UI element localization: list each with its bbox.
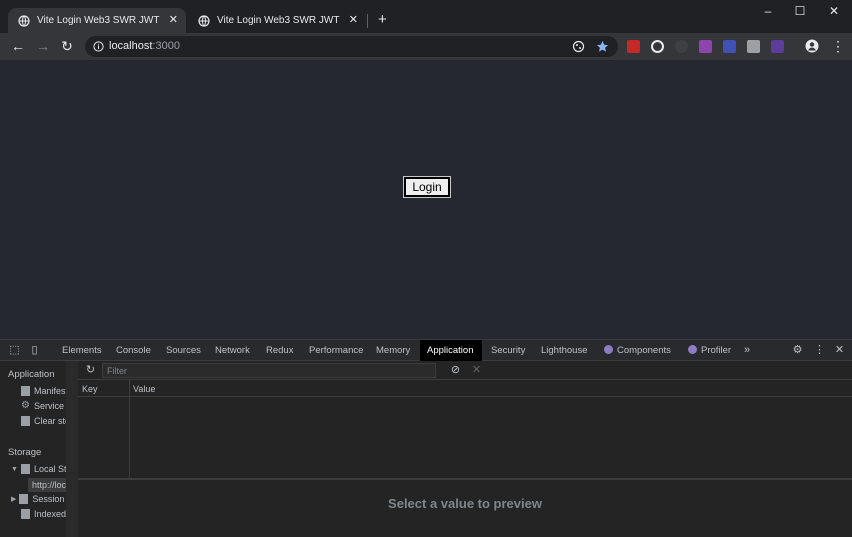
react-icon xyxy=(604,345,613,354)
column-divider xyxy=(129,380,130,479)
url-port: :3000 xyxy=(152,40,180,52)
extension-icon[interactable] xyxy=(723,40,736,53)
minimize-icon[interactable]: – xyxy=(760,4,776,20)
column-key[interactable]: Key xyxy=(82,384,98,394)
expand-arrow-icon[interactable]: ▼ xyxy=(11,466,18,473)
address-bar[interactable]: localhost:3000 xyxy=(85,36,618,57)
sidebar-item-manifest[interactable]: Manifest xyxy=(21,386,68,396)
tab-redux[interactable]: Redux xyxy=(259,340,300,361)
tab-strip: Vite Login Web3 SWR JWT ✕ Vite Login Web… xyxy=(0,0,852,33)
sidebar-item-label: Manifest xyxy=(34,386,69,396)
sidebar-header-application: Application xyxy=(8,369,55,380)
column-value[interactable]: Value xyxy=(133,384,155,394)
new-tab-icon[interactable]: + xyxy=(378,11,387,28)
table-header: Key Value xyxy=(78,380,852,397)
back-icon[interactable]: ← xyxy=(10,38,26,54)
forward-icon[interactable]: → xyxy=(35,38,51,54)
delete-selected-icon[interactable]: ✕ xyxy=(470,364,483,377)
document-icon xyxy=(21,386,30,396)
close-tab-icon[interactable]: ✕ xyxy=(349,13,358,26)
reload-icon[interactable]: ↻ xyxy=(59,38,75,54)
close-devtools-icon[interactable]: ✕ xyxy=(833,344,846,357)
tab-profiler[interactable]: Profiler xyxy=(681,340,738,361)
kebab-menu-icon[interactable]: ⋮ xyxy=(813,344,826,357)
gear-icon[interactable]: ⚙ xyxy=(791,344,804,357)
extension-icon[interactable] xyxy=(675,40,688,53)
storage-pane: ↻ ⊘ ✕ Key Value Select a value to previe… xyxy=(78,361,852,537)
react-icon xyxy=(688,345,697,354)
clear-all-icon[interactable]: ⊘ xyxy=(449,364,462,377)
info-icon[interactable] xyxy=(93,41,104,52)
tab-title: Vite Login Web3 SWR JWT xyxy=(37,15,160,26)
trash-icon xyxy=(21,416,30,426)
tab-security[interactable]: Security xyxy=(484,340,532,361)
tab-network[interactable]: Network xyxy=(208,340,257,361)
login-button[interactable]: Login xyxy=(403,176,451,198)
extension-icon[interactable] xyxy=(771,40,784,53)
filter-bar: ↻ ⊘ ✕ xyxy=(78,361,852,380)
tab-title: Vite Login Web3 SWR JWT xyxy=(217,15,340,26)
tab-application[interactable]: Application xyxy=(420,340,482,361)
url-host: localhost xyxy=(109,40,153,52)
database-icon xyxy=(21,509,30,519)
preview-pane: Select a value to preview xyxy=(78,480,852,537)
url-text: localhost:3000 xyxy=(109,40,180,52)
tab-inactive[interactable]: Vite Login Web3 SWR JWT ✕ xyxy=(188,8,366,33)
tab-label: Components xyxy=(617,345,671,356)
inspect-icon[interactable]: ⬚ xyxy=(8,344,21,357)
extension-icon[interactable] xyxy=(651,40,664,53)
tab-sources[interactable]: Sources xyxy=(159,340,208,361)
page-viewport: Login xyxy=(0,60,852,339)
close-window-icon[interactable]: ✕ xyxy=(826,4,842,20)
star-icon[interactable] xyxy=(596,40,609,53)
globe-icon xyxy=(18,14,30,27)
grid-icon xyxy=(20,464,30,474)
toolbar: ← → ↻ localhost:3000 ⋮ xyxy=(0,33,852,60)
devtools-panel: ⬚ ▯ Elements Console Sources Network Red… xyxy=(0,339,852,537)
more-tabs-icon[interactable]: » xyxy=(737,340,757,361)
sidebar-header-storage: Storage xyxy=(8,447,42,458)
tab-active[interactable]: Vite Login Web3 SWR JWT ✕ xyxy=(8,8,186,33)
cookie-icon[interactable] xyxy=(572,40,585,53)
close-tab-icon[interactable]: ✕ xyxy=(169,13,178,26)
filter-input[interactable] xyxy=(102,363,436,378)
devtools-tabbar: ⬚ ▯ Elements Console Sources Network Red… xyxy=(0,340,852,361)
tab-performance[interactable]: Performance xyxy=(302,340,370,361)
gear-icon: ⚙ xyxy=(21,400,30,411)
grid-icon xyxy=(19,494,29,504)
tab-memory[interactable]: Memory xyxy=(369,340,417,361)
preview-placeholder: Select a value to preview xyxy=(388,496,542,511)
menu-icon[interactable]: ⋮ xyxy=(830,38,846,54)
tab-lighthouse[interactable]: Lighthouse xyxy=(534,340,594,361)
device-toolbar-icon[interactable]: ▯ xyxy=(28,344,41,357)
tab-label: Profiler xyxy=(701,345,732,356)
globe-icon xyxy=(198,14,210,27)
tab-console[interactable]: Console xyxy=(109,340,158,361)
cube-icon[interactable] xyxy=(747,40,760,53)
sidebar-scrollbar[interactable] xyxy=(66,361,78,537)
extension-icon[interactable] xyxy=(627,40,640,53)
tab-elements[interactable]: Elements xyxy=(55,340,109,361)
browser-window: Vite Login Web3 SWR JWT ✕ Vite Login Web… xyxy=(0,0,852,537)
redux-extension-icon[interactable] xyxy=(699,40,712,53)
tab-separator xyxy=(367,14,368,28)
refresh-icon[interactable]: ↻ xyxy=(84,364,97,377)
profile-icon[interactable] xyxy=(805,39,819,53)
maximize-icon[interactable]: ☐ xyxy=(792,4,808,20)
tab-components[interactable]: Components xyxy=(597,340,678,361)
expand-arrow-icon[interactable]: ▶ xyxy=(11,495,16,503)
